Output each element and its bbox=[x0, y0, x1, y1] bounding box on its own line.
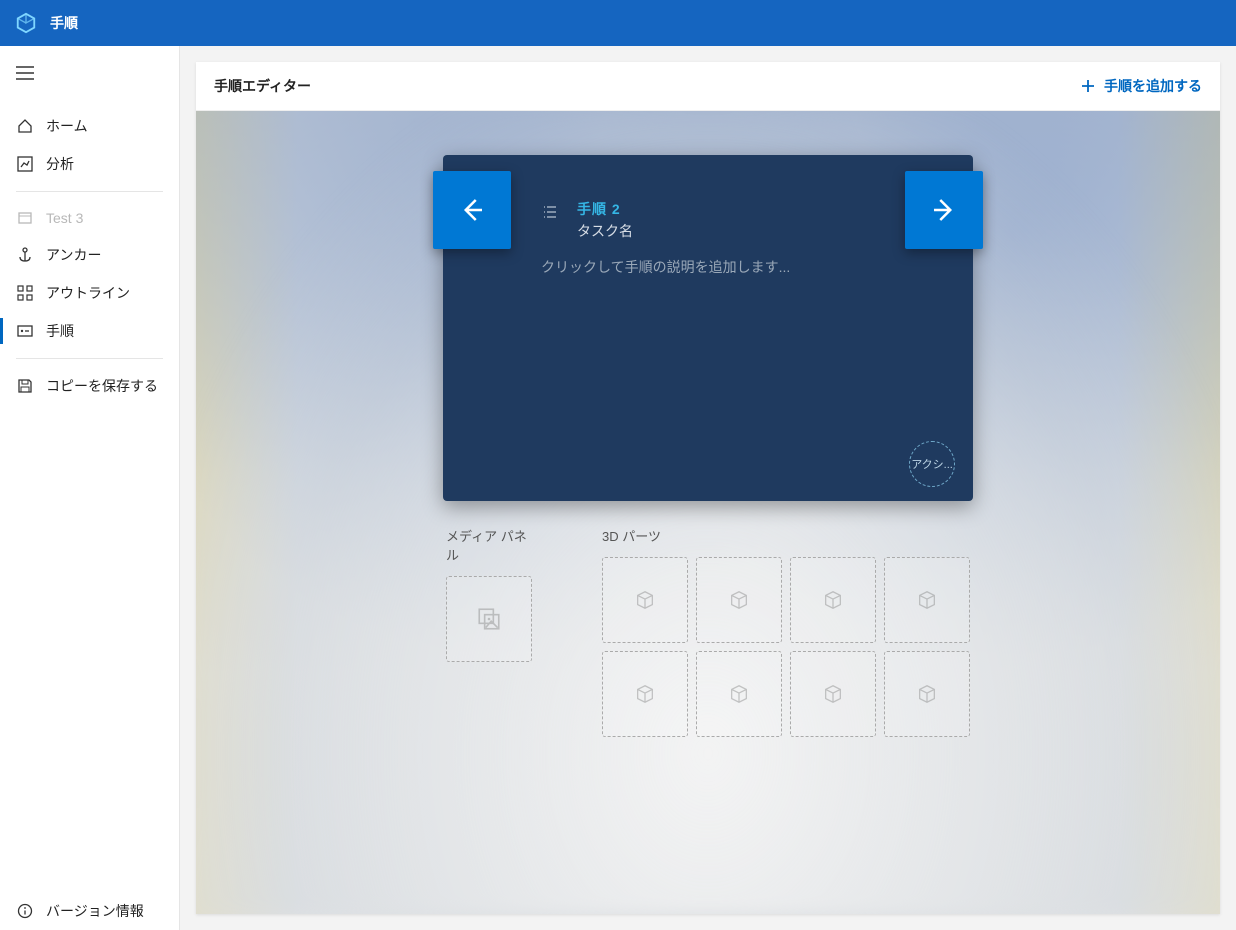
sidebar-item-label: アウトライン bbox=[46, 283, 130, 303]
outline-icon bbox=[16, 284, 34, 302]
media-panel: メディア パネル bbox=[446, 526, 532, 737]
add-step-button[interactable]: 手順を追加する bbox=[1080, 76, 1202, 96]
content-area: 手順エディター 手順を追加する bbox=[180, 46, 1236, 930]
sidebar-item-home[interactable]: ホーム bbox=[0, 107, 179, 145]
sidebar-item-anchor[interactable]: アンカー bbox=[0, 236, 179, 274]
anchor-icon bbox=[16, 246, 34, 264]
menu-toggle-button[interactable] bbox=[0, 56, 179, 93]
part-slot[interactable] bbox=[696, 557, 782, 643]
next-step-button[interactable] bbox=[905, 171, 983, 249]
divider bbox=[16, 191, 163, 192]
action-slot-label: アクシ... bbox=[911, 456, 953, 472]
step-description-placeholder[interactable]: クリックして手順の説明を追加します... bbox=[443, 241, 973, 277]
editor-canvas: 手順 2 タスク名 クリックして手順の説明を追加します... アクシ... メデ… bbox=[196, 111, 1220, 914]
chart-icon bbox=[16, 155, 34, 173]
arrow-left-icon bbox=[457, 195, 487, 225]
divider bbox=[16, 358, 163, 359]
prev-step-button[interactable] bbox=[433, 171, 511, 249]
cube-icon bbox=[916, 683, 938, 705]
save-icon bbox=[16, 377, 34, 395]
part-slot[interactable] bbox=[602, 557, 688, 643]
sidebar-item-analyze[interactable]: 分析 bbox=[0, 145, 179, 183]
top-bar: 手順 bbox=[0, 0, 1236, 46]
media-panel-label: メディア パネル bbox=[446, 526, 532, 564]
sidebar-item-label: アンカー bbox=[46, 245, 101, 265]
plus-icon bbox=[1080, 78, 1096, 94]
sidebar-item-guide[interactable]: Test 3 bbox=[0, 200, 179, 236]
sidebar-item-save-copy[interactable]: コピーを保存する bbox=[0, 367, 179, 405]
image-icon bbox=[476, 606, 502, 632]
sidebar-item-version[interactable]: バージョン情報 bbox=[0, 892, 179, 930]
cube-icon bbox=[728, 589, 750, 611]
cube-icon bbox=[822, 589, 844, 611]
action-slot[interactable]: アクシ... bbox=[909, 441, 955, 487]
part-slot[interactable] bbox=[696, 651, 782, 737]
sidebar-item-steps[interactable]: 手順 bbox=[0, 312, 179, 350]
app-logo-icon bbox=[14, 11, 38, 35]
sidebar-item-label: Test 3 bbox=[46, 210, 83, 226]
sidebar: ホーム 分析 Test 3 アンカー アウトライン 手順 コピーを保存する bbox=[0, 46, 180, 930]
sidebar-item-label: バージョン情報 bbox=[46, 901, 144, 921]
cube-icon bbox=[634, 683, 656, 705]
cube-icon bbox=[916, 589, 938, 611]
list-icon bbox=[541, 203, 559, 224]
sidebar-item-label: コピーを保存する bbox=[46, 376, 158, 396]
sidebar-item-label: 手順 bbox=[46, 321, 74, 341]
guide-icon bbox=[16, 209, 34, 227]
steps-icon bbox=[16, 322, 34, 340]
part-slot[interactable] bbox=[602, 651, 688, 737]
editor-header: 手順エディター 手順を追加する bbox=[196, 62, 1220, 111]
sidebar-item-outline[interactable]: アウトライン bbox=[0, 274, 179, 312]
info-icon bbox=[16, 902, 34, 920]
cube-icon bbox=[728, 683, 750, 705]
sidebar-item-label: 分析 bbox=[46, 154, 74, 174]
step-card[interactable]: 手順 2 タスク名 クリックして手順の説明を追加します... アクシ... bbox=[443, 155, 973, 501]
home-icon bbox=[16, 117, 34, 135]
step-number: 手順 2 bbox=[577, 199, 633, 219]
media-slot[interactable] bbox=[446, 576, 532, 662]
cube-icon bbox=[822, 683, 844, 705]
top-bar-title: 手順 bbox=[50, 13, 78, 33]
part-slot[interactable] bbox=[884, 557, 970, 643]
editor-panel: 手順エディター 手順を追加する bbox=[196, 62, 1220, 914]
sidebar-item-label: ホーム bbox=[46, 116, 88, 136]
cube-icon bbox=[634, 589, 656, 611]
part-slot[interactable] bbox=[884, 651, 970, 737]
task-name[interactable]: タスク名 bbox=[577, 221, 633, 241]
add-step-label: 手順を追加する bbox=[1104, 76, 1202, 96]
part-slot[interactable] bbox=[790, 651, 876, 737]
parts-panel-label: 3D パーツ bbox=[602, 526, 970, 545]
arrow-right-icon bbox=[929, 195, 959, 225]
editor-title: 手順エディター bbox=[214, 76, 311, 96]
part-slot[interactable] bbox=[790, 557, 876, 643]
parts-panel: 3D パーツ bbox=[602, 526, 970, 737]
